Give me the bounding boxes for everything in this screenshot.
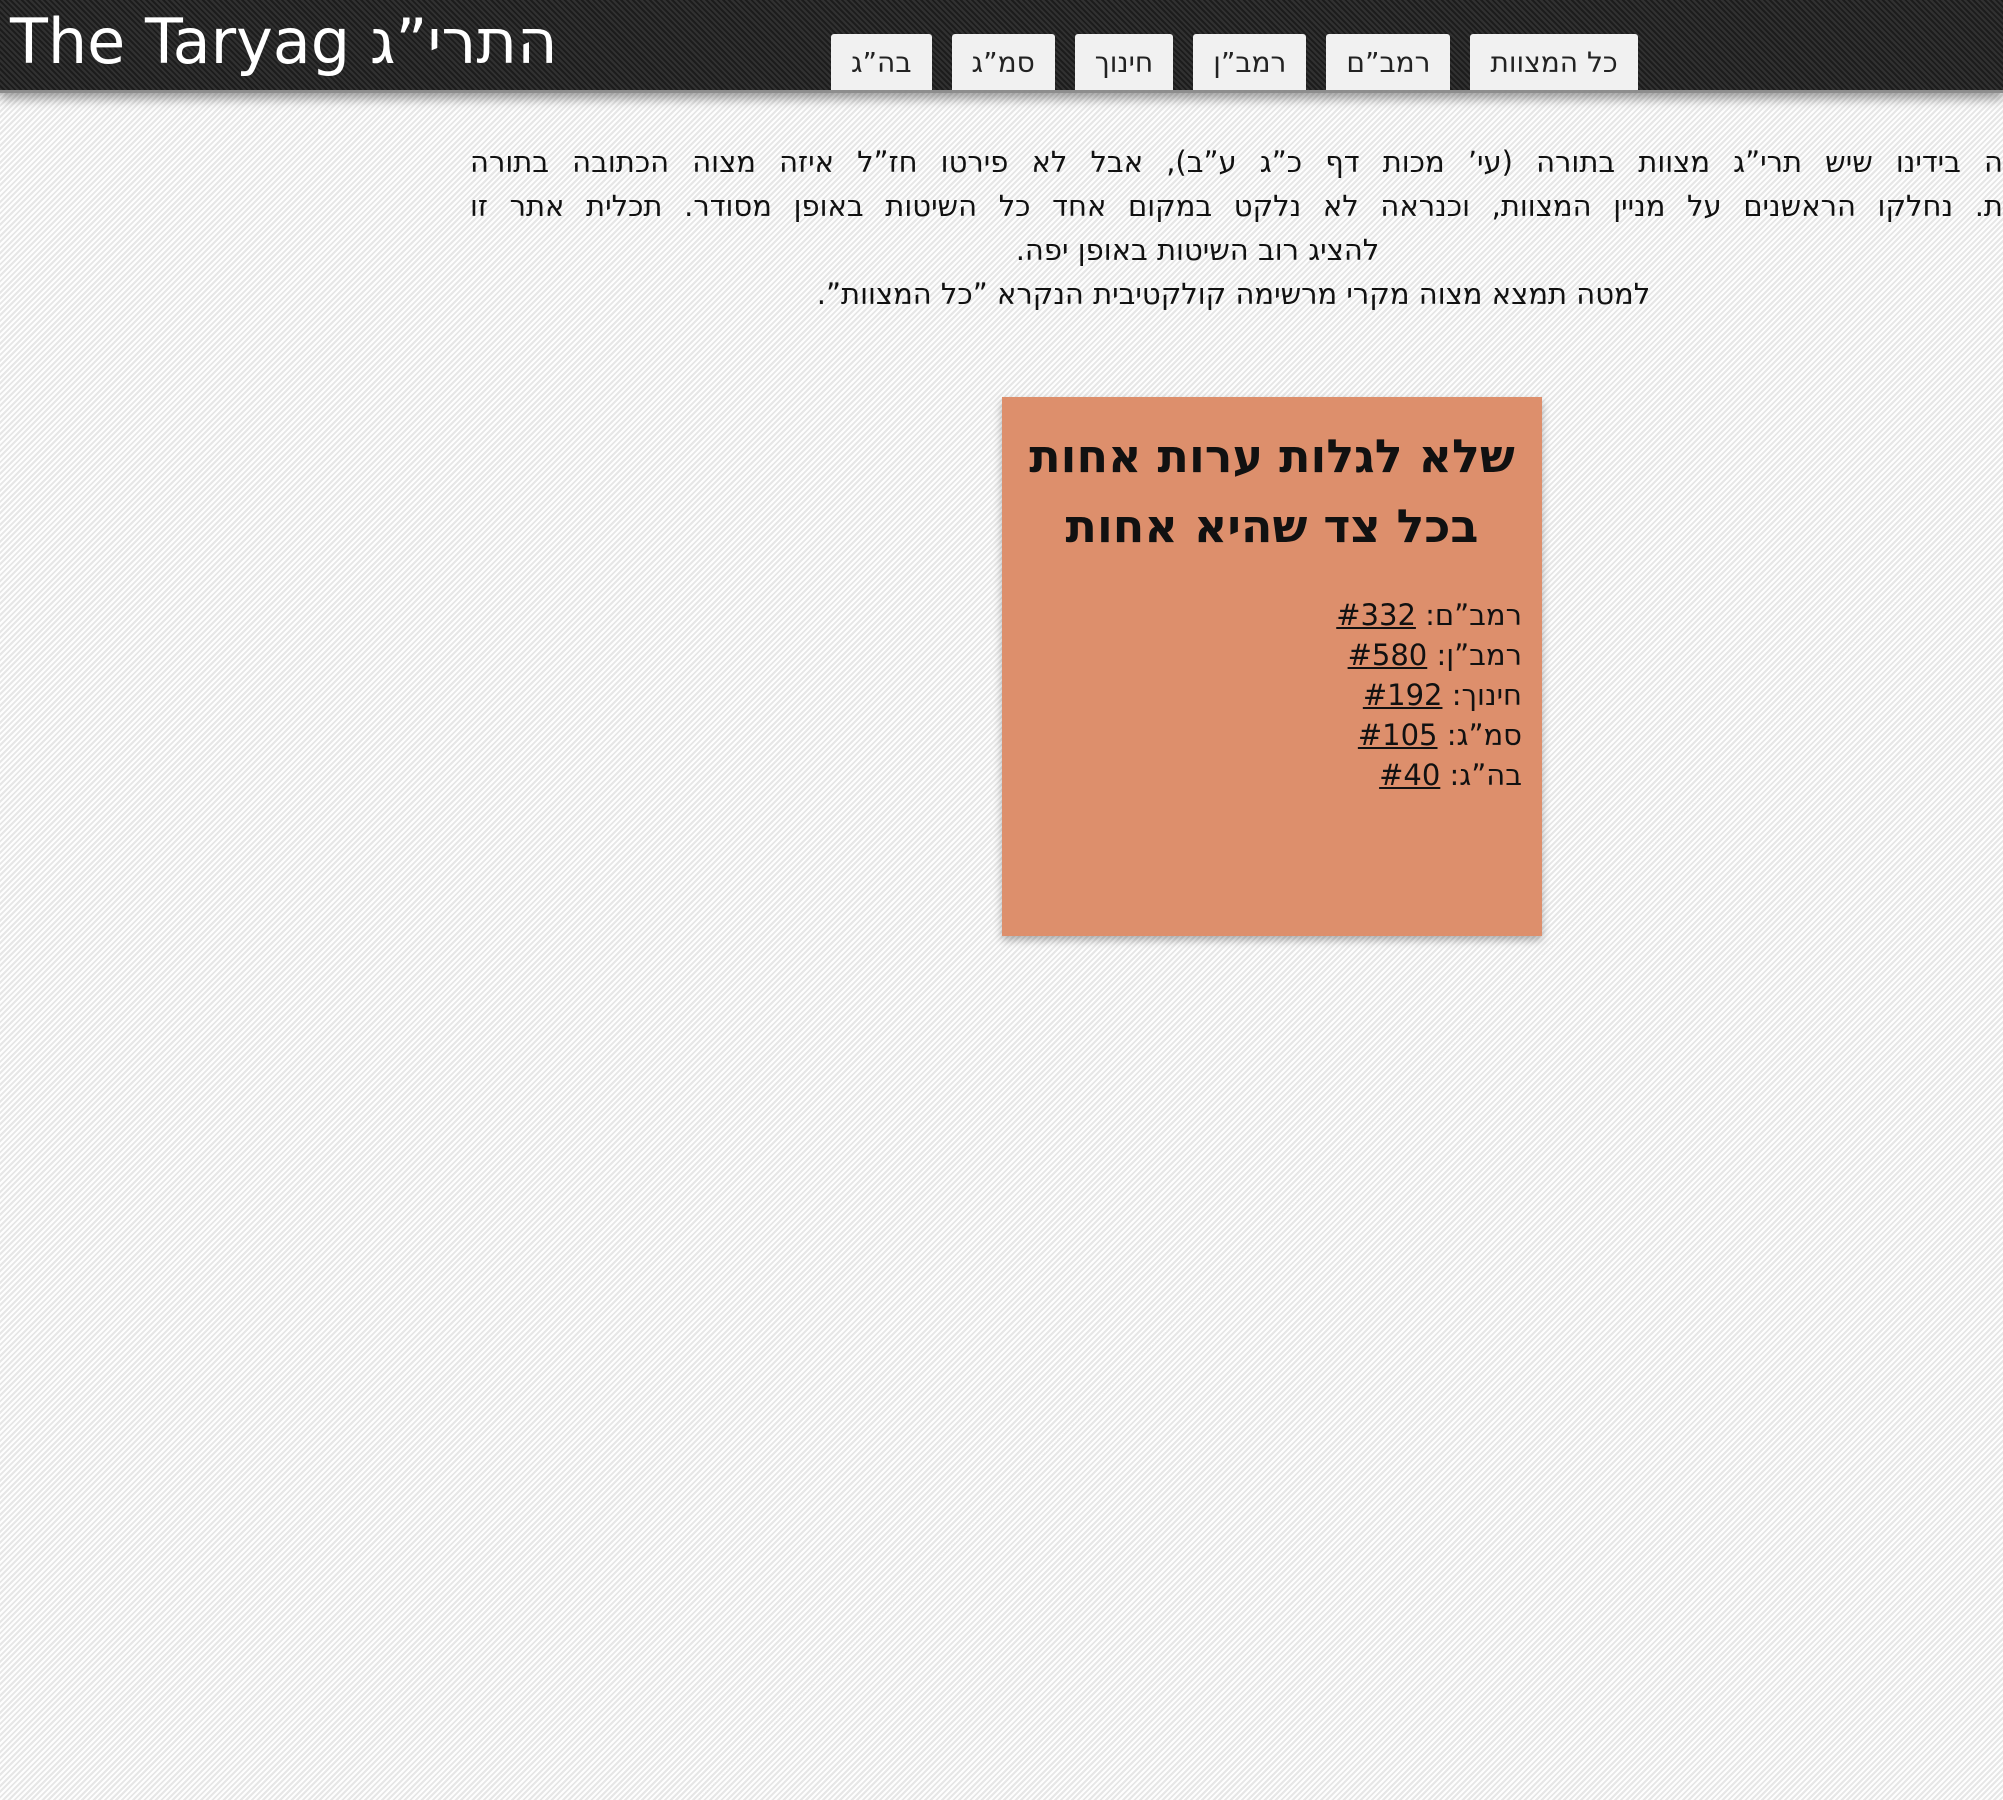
reference-link-bahag[interactable]: #40: [1379, 758, 1440, 792]
tab-chinuch[interactable]: חינוך: [1074, 34, 1174, 90]
tab-all-mitzvot[interactable]: כל המצוות: [1470, 34, 1638, 90]
intro-line-1: ה בידינו שיש תרי”ג מצוות בתורה (עי’ מכות…: [470, 145, 2003, 179]
intro-line-2: ת. נחלקו הראשנים על מניין המצוות, וכנראה…: [470, 189, 2003, 223]
main-nav: כל המצוות רמב”ם רמב”ן חינוך סמ”ג בה”ג: [831, 34, 1638, 90]
mitzvah-title: שלא לגלות ערות אחות בכל צד שהיא אחות: [1002, 397, 1542, 561]
reference-chinuch: חינוך: #192: [1336, 675, 1522, 715]
site-title[interactable]: The Taryag התרי”ג: [10, 2, 558, 82]
mitzvah-title-line-2: בכל צד שהיא אחות: [1065, 499, 1479, 553]
reference-link-rambam[interactable]: #332: [1336, 598, 1416, 632]
tab-smag[interactable]: סמ”ג: [951, 34, 1055, 90]
tab-ramban[interactable]: רמב”ן: [1193, 34, 1307, 90]
intro-line-4-text: למטה תמצא מצוה מקרי מרשימה קולקטיבית הנק…: [816, 277, 1651, 311]
reference-smag: סמ”ג: #105: [1336, 715, 1522, 755]
reference-source: רמב”ם:: [1425, 598, 1522, 632]
reference-link-ramban[interactable]: #580: [1348, 638, 1428, 672]
reference-source: סמ”ג:: [1446, 718, 1522, 752]
reference-list: רמב”ם: #332 רמב”ן: #580 חינוך: #192 סמ”ג…: [1336, 595, 1522, 795]
tab-rambam[interactable]: רמב”ם: [1326, 34, 1451, 90]
intro-line-3: להציג רוב השיטות באופן יפה.: [470, 228, 2003, 272]
intro-line-3-text: להציג רוב השיטות באופן יפה.: [1015, 233, 1380, 267]
mitzvah-card: שלא לגלות ערות אחות בכל צד שהיא אחות רמב…: [1002, 397, 1542, 936]
reference-link-chinuch[interactable]: #192: [1363, 678, 1443, 712]
tab-bahag[interactable]: בה”ג: [831, 34, 932, 90]
mitzvah-title-line-1: שלא לגלות ערות אחות: [1029, 429, 1515, 483]
reference-rambam: רמב”ם: #332: [1336, 595, 1522, 635]
reference-link-smag[interactable]: #105: [1358, 718, 1438, 752]
site-header: The Taryag התרי”ג כל המצוות רמב”ם רמב”ן …: [0, 0, 2003, 93]
reference-source: בה”ג:: [1449, 758, 1522, 792]
reference-bahag: בה”ג: #40: [1336, 755, 1522, 795]
intro-text: ה בידינו שיש תרי”ג מצוות בתורה (עי’ מכות…: [470, 140, 2003, 320]
reference-source: חינוך:: [1451, 678, 1522, 712]
reference-source: רמב”ן:: [1436, 638, 1522, 672]
reference-ramban: רמב”ן: #580: [1336, 635, 1522, 675]
intro-line-4: למטה תמצא מצוה מקרי מרשימה קולקטיבית הנק…: [470, 272, 2003, 316]
